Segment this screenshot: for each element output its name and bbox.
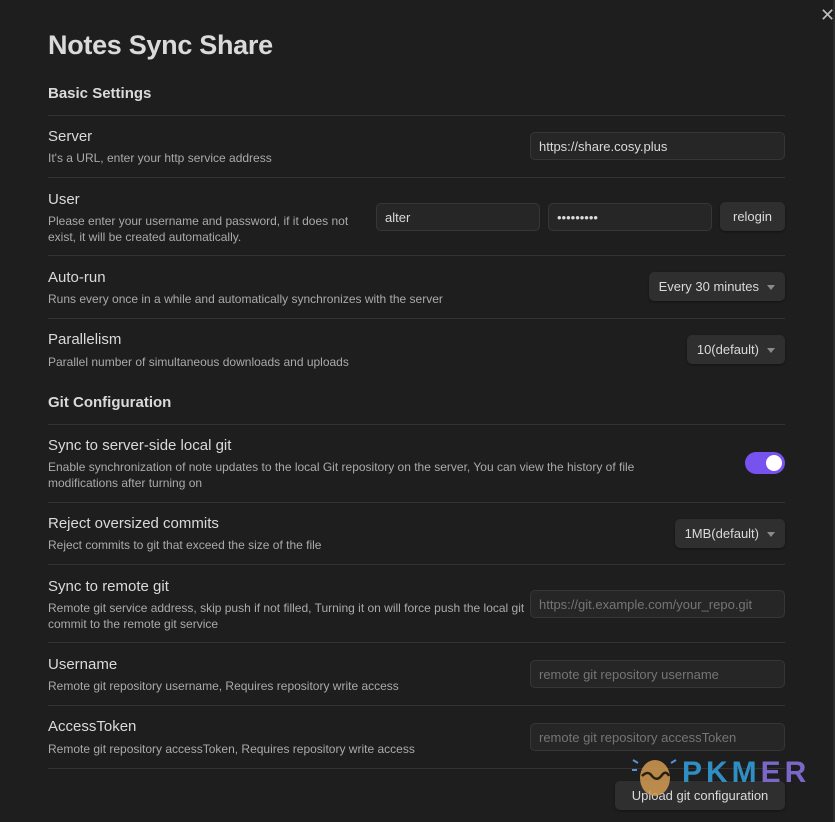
sync-local-git-setting-desc: Enable synchronization of note updates t… bbox=[48, 460, 635, 490]
chevron-down-icon bbox=[767, 285, 775, 290]
sync-local-git-setting-name: Sync to server-side local git bbox=[48, 437, 232, 454]
server-setting-name: Server bbox=[48, 128, 93, 145]
divider bbox=[48, 424, 785, 425]
close-icon[interactable]: ✕ bbox=[820, 5, 835, 25]
autorun-setting-desc: Runs every once in a while and automatic… bbox=[48, 292, 443, 306]
divider bbox=[48, 768, 785, 769]
reject-oversized-select[interactable]: 1MB(default) bbox=[674, 519, 785, 548]
divider bbox=[48, 642, 785, 643]
git-username-setting-desc: Remote git repository username, Requires… bbox=[48, 679, 399, 693]
git-username-input[interactable] bbox=[530, 660, 785, 688]
remote-git-setting-desc: Remote git service address, skip push if… bbox=[48, 601, 525, 631]
divider bbox=[48, 502, 785, 503]
divider bbox=[48, 564, 785, 565]
server-url-input[interactable] bbox=[530, 132, 785, 160]
git-token-setting-desc: Remote git repository accessToken, Requi… bbox=[48, 742, 415, 756]
toggle-knob bbox=[766, 455, 782, 471]
divider bbox=[48, 255, 785, 256]
page-title: Notes Sync Share bbox=[48, 30, 273, 60]
user-setting-name: User bbox=[48, 191, 80, 208]
divider bbox=[48, 177, 785, 178]
autorun-select-value: Every 30 minutes bbox=[658, 279, 759, 294]
reject-oversized-setting-name: Reject oversized commits bbox=[48, 515, 219, 532]
sync-local-git-toggle[interactable] bbox=[745, 452, 785, 474]
parallelism-select[interactable]: 10(default) bbox=[686, 335, 785, 364]
git-username-setting-name: Username bbox=[48, 656, 118, 673]
divider bbox=[48, 115, 785, 116]
reject-oversized-setting-desc: Reject commits to git that exceed the si… bbox=[48, 538, 322, 552]
chevron-down-icon bbox=[767, 532, 775, 537]
parallelism-setting-desc: Parallel number of simultaneous download… bbox=[48, 355, 349, 369]
section-heading-basic: Basic Settings bbox=[48, 85, 152, 102]
autorun-select[interactable]: Every 30 minutes bbox=[648, 272, 785, 301]
upload-git-config-button[interactable]: Upload git configuration bbox=[615, 781, 785, 810]
chevron-down-icon bbox=[767, 348, 775, 353]
git-token-setting-name: AccessToken bbox=[48, 718, 137, 735]
divider bbox=[48, 318, 785, 319]
remote-git-url-input[interactable] bbox=[530, 590, 785, 618]
git-token-input[interactable] bbox=[530, 723, 785, 751]
parallelism-setting-name: Parallelism bbox=[48, 331, 122, 348]
password-input[interactable] bbox=[548, 203, 712, 231]
relogin-button[interactable]: relogin bbox=[720, 202, 785, 231]
server-setting-desc: It's a URL, enter your http service addr… bbox=[48, 151, 272, 165]
section-heading-git: Git Configuration bbox=[48, 394, 172, 411]
user-setting-desc: Please enter your username and password,… bbox=[48, 214, 349, 244]
autorun-setting-name: Auto-run bbox=[48, 269, 106, 286]
username-input[interactable] bbox=[376, 203, 540, 231]
divider bbox=[48, 705, 785, 706]
parallelism-select-value: 10(default) bbox=[696, 342, 759, 357]
reject-oversized-select-value: 1MB(default) bbox=[684, 526, 759, 541]
remote-git-setting-name: Sync to remote git bbox=[48, 578, 169, 595]
